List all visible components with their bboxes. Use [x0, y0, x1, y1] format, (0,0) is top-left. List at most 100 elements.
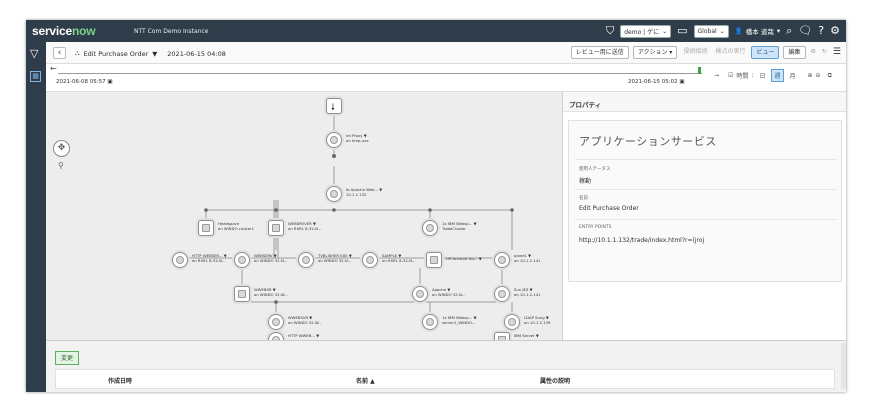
node-sublabel-text: on WINDO cluster1 — [218, 225, 255, 231]
map-node[interactable] — [268, 220, 284, 236]
node-label: US Account Au... ▼ — [446, 256, 482, 262]
logo-text: service — [32, 24, 72, 38]
back-button[interactable]: ‹ — [53, 47, 66, 59]
node-icon — [238, 256, 246, 264]
scope-select[interactable]: Global ⌄ — [693, 24, 729, 38]
timeline-track[interactable] — [58, 73, 702, 74]
node-icon — [272, 318, 280, 326]
submit-review-button[interactable]: レビュー用に送信 — [570, 46, 629, 59]
help-icon[interactable]: ? — [818, 23, 824, 39]
node-label: Headspace on WINDO cluster1 — [218, 221, 255, 231]
forward-arrow-icon[interactable]: → — [714, 72, 719, 79]
node-icon — [498, 290, 506, 298]
field-value-entry-points[interactable]: http://10.1.1.132/trade/index.html?r=(jr… — [579, 237, 704, 244]
menu-icon[interactable]: ☰ — [832, 46, 842, 59]
nav-right: ⛉ demo | ゲに ⌄ ▭ Global ⌄ 👤 橋本 道哉 ▾ ⌕ 🗨 ? ⚙ — [606, 23, 840, 39]
timeline-marker[interactable] — [698, 67, 701, 74]
node-icon — [430, 256, 438, 264]
map-node[interactable] — [198, 220, 214, 236]
node-sublabel-text: on RHEL 8-32-N... — [382, 257, 416, 263]
timeline-end-text: 2021-06-15 05:02 — [628, 79, 678, 85]
map-node[interactable] — [412, 286, 428, 302]
separator: : — [751, 72, 754, 79]
service-map-canvas[interactable]: ✥ ⚲ 🠗 int Proxy ▼ on hmp-xxx Ib Apache We… — [46, 92, 562, 340]
view-button[interactable]: ビュー — [751, 46, 780, 59]
divider — [575, 159, 837, 160]
map-node[interactable] — [422, 314, 438, 330]
actions-button[interactable]: アクション ▾ — [632, 46, 678, 59]
domain-select[interactable]: demo | ゲに ⌄ — [620, 24, 672, 38]
top-nav: servicenow NTT Com Demo Instance ⛉ demo … — [26, 20, 846, 42]
node-label: WWEBSR ▼ on WINDO 32-W... — [254, 287, 288, 297]
calendar-icon[interactable]: ▣ — [107, 79, 112, 85]
node-sublabel-text: on hmp-xxx — [346, 137, 369, 143]
map-node[interactable] — [504, 314, 520, 330]
field-label-name: 名前 — [579, 196, 588, 201]
map-node[interactable] — [422, 220, 438, 236]
column-attribute-description[interactable]: 属性の説明 — [540, 376, 570, 385]
time-option-week[interactable]: 週 — [771, 69, 784, 82]
map-node[interactable] — [298, 252, 314, 268]
node-icon — [302, 256, 310, 264]
node-label-text: IBM Server ▼ — [514, 333, 539, 338]
entry-point-node[interactable]: 🠗 — [326, 98, 342, 114]
checkbox-icon[interactable]: ☑ — [728, 72, 733, 79]
map-node[interactable] — [494, 252, 510, 268]
node-icon — [426, 318, 434, 326]
calendar-icon[interactable]: ▣ — [679, 79, 684, 85]
page-title: ⛬ Edit Purchase Order ▼ 2021-06-15 04:08 — [75, 49, 226, 58]
map-node[interactable] — [326, 132, 342, 148]
chevron-down-icon: ⌄ — [719, 27, 725, 35]
map-node[interactable] — [234, 252, 250, 268]
map-node[interactable] — [426, 252, 442, 268]
fit-icon[interactable]: ⧉ — [828, 72, 832, 80]
node-icon — [366, 256, 374, 264]
servicenow-logo[interactable]: servicenow — [32, 24, 96, 38]
map-node[interactable] — [362, 252, 378, 268]
node-sublabel-text: on WINDO 32-N... — [318, 257, 352, 263]
map-node[interactable] — [494, 286, 510, 302]
map-node[interactable] — [234, 286, 250, 302]
node-sublabel-text: on WINDO 32-N... — [432, 291, 466, 297]
search-icon[interactable]: ⌕ — [786, 23, 792, 39]
run-check-button[interactable]: 検点の実行 — [713, 46, 747, 59]
node-sublabel-text: on 10.1.2.141 — [514, 257, 541, 263]
node-icon — [176, 256, 184, 264]
time-option-day[interactable]: 日 — [756, 69, 768, 82]
filter-icon[interactable]: ▽ — [30, 47, 38, 60]
node-label: Sun JES ▼ on 10.1.2.141 — [514, 287, 540, 297]
layout-tool-icon[interactable]: ✥ — [53, 140, 70, 157]
node-sublabel-text: TradeCluster — [442, 225, 466, 231]
chat-icon[interactable]: 🗨 — [798, 23, 812, 39]
form-header: ‹ ⛬ Edit Purchase Order ▼ 2021-06-15 04:… — [46, 42, 846, 64]
column-created[interactable]: 作成日時 — [108, 376, 132, 385]
edit-button[interactable]: 編集 — [783, 46, 806, 59]
map-node[interactable] — [326, 186, 342, 202]
timeline-left-arrow-icon[interactable]: ← — [50, 64, 57, 73]
node-icon — [202, 224, 210, 232]
zoom-out-icon[interactable]: ⊖ — [816, 72, 821, 79]
properties-heading: プロパティ — [563, 92, 846, 112]
map-node[interactable] — [172, 252, 188, 268]
settings-icon[interactable]: ⚙ — [810, 46, 817, 59]
map-node[interactable] — [494, 332, 510, 340]
scrollbar[interactable] — [841, 343, 846, 389]
pin-icon[interactable]: ⚲ — [58, 161, 70, 170]
map-node[interactable] — [268, 314, 284, 330]
down-arrow-icon: 🠗 — [331, 103, 335, 113]
user-menu[interactable]: 👤 橋本 道哉 ▾ — [735, 26, 780, 36]
node-icon — [416, 290, 424, 298]
node-label: int Proxy ▼ on hmp-xxx — [346, 133, 369, 143]
time-option-month[interactable]: 月 — [787, 69, 799, 82]
title-dropdown-caret[interactable]: ▼ — [152, 50, 157, 58]
node-label: 1x IBM Websp... ▼ TradeCluster — [442, 221, 477, 231]
continuous-connect-button[interactable]: 侵続接続 — [681, 46, 709, 59]
timeline: ← 2021-06-08 05:57 ▣ 2021-06-15 05:02 ▣ … — [46, 64, 846, 92]
gear-icon[interactable]: ⚙ — [830, 23, 840, 39]
avatar: 👤 — [734, 27, 743, 35]
zoom-in-icon[interactable]: ⊕ — [808, 72, 813, 79]
column-name[interactable]: 名前 ▲ — [356, 376, 375, 385]
refresh-icon[interactable]: ↻ — [821, 46, 828, 59]
dependency-map-icon[interactable]: ▦ — [30, 71, 41, 82]
changes-tab[interactable]: 変更 — [55, 351, 80, 365]
